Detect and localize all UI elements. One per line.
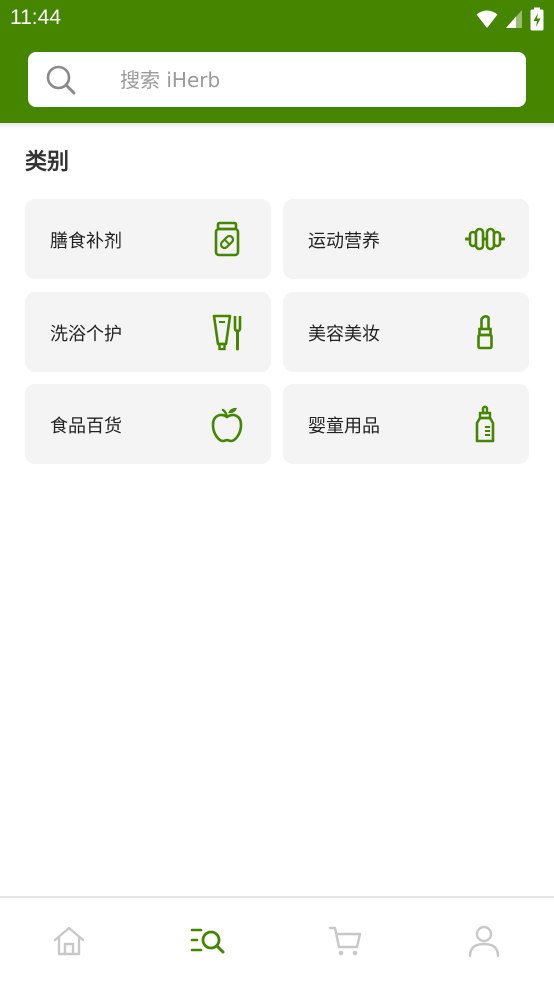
cell-signal-icon bbox=[506, 10, 522, 28]
bottom-nav bbox=[0, 896, 554, 984]
search-input[interactable] bbox=[120, 60, 510, 100]
category-label: 洗浴个护 bbox=[50, 324, 122, 345]
category-card-sports-nutrition[interactable]: 运动营养 bbox=[283, 199, 529, 279]
category-card-baby-kids[interactable]: 婴童用品 bbox=[283, 384, 529, 464]
apple-icon bbox=[211, 407, 243, 443]
browse-search-icon bbox=[190, 928, 225, 954]
wifi-icon bbox=[476, 10, 498, 28]
nav-browse[interactable] bbox=[139, 898, 277, 984]
status-time: 11:44 bbox=[10, 6, 61, 29]
category-label: 食品百货 bbox=[50, 416, 122, 437]
search-icon bbox=[46, 65, 76, 95]
nav-home[interactable] bbox=[0, 898, 138, 984]
status-bar: 11:44 bbox=[0, 0, 554, 38]
lipstick-icon bbox=[477, 315, 493, 350]
search-bar[interactable] bbox=[28, 52, 526, 107]
baby-bottle-icon bbox=[475, 405, 495, 443]
header-shadow bbox=[0, 123, 554, 129]
nav-account[interactable] bbox=[415, 898, 553, 984]
supplement-jar-icon bbox=[214, 221, 240, 257]
category-label: 运动营养 bbox=[308, 231, 380, 252]
category-label: 美容美妆 bbox=[308, 324, 380, 345]
tube-and-brush-icon bbox=[212, 314, 242, 351]
category-card-beauty[interactable]: 美容美妆 bbox=[283, 292, 529, 372]
category-label: 婴童用品 bbox=[308, 416, 380, 437]
battery-charging-icon bbox=[530, 7, 544, 31]
category-card-bath-personal-care[interactable]: 洗浴个护 bbox=[25, 292, 271, 372]
cart-icon bbox=[328, 926, 362, 956]
section-title: 类别 bbox=[25, 150, 70, 175]
home-icon bbox=[53, 926, 85, 956]
dumbbell-icon bbox=[465, 227, 505, 251]
category-card-supplements[interactable]: 膳食补剂 bbox=[25, 199, 271, 279]
account-icon bbox=[468, 925, 500, 958]
app-header: 11:44 bbox=[0, 0, 554, 123]
category-card-grocery[interactable]: 食品百货 bbox=[25, 384, 271, 464]
category-label: 膳食补剂 bbox=[50, 231, 122, 252]
nav-cart[interactable] bbox=[277, 898, 415, 984]
status-icons bbox=[476, 7, 544, 31]
